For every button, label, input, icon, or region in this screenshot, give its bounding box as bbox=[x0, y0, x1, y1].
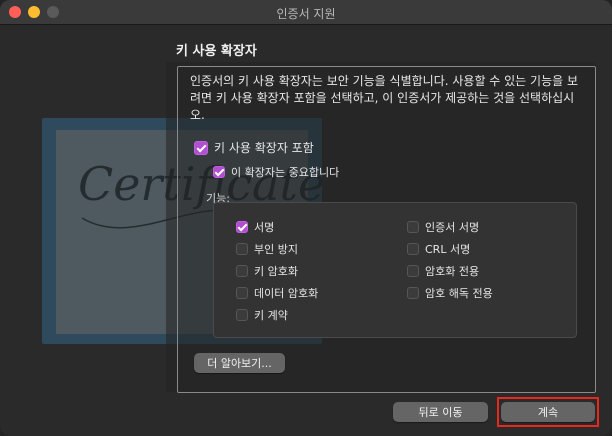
non-repudiation-checkbox[interactable] bbox=[236, 243, 248, 255]
decipher-only-checkbox[interactable] bbox=[407, 287, 419, 299]
crl-signing-checkbox[interactable] bbox=[407, 243, 419, 255]
continue-highlight-box bbox=[497, 397, 599, 427]
use-non-repudiation[interactable]: 부인 방지 bbox=[236, 241, 298, 257]
key-agreement-checkbox[interactable] bbox=[236, 309, 248, 321]
encipher-only-label: 암호화 전용 bbox=[425, 265, 480, 278]
include-extension-option[interactable]: 키 사용 확장자 포함 bbox=[194, 139, 314, 156]
include-extension-label: 키 사용 확장자 포함 bbox=[214, 141, 314, 155]
window-title: 인증서 지원 bbox=[276, 7, 336, 21]
section-heading: 키 사용 확장자 bbox=[176, 44, 257, 59]
use-crl-signing[interactable]: CRL 서명 bbox=[407, 241, 470, 257]
include-extension-checkbox[interactable] bbox=[194, 140, 208, 155]
key-agreement-label: 키 계약 bbox=[254, 309, 288, 322]
key-encipherment-checkbox[interactable] bbox=[236, 265, 248, 277]
data-encipherment-label: 데이터 암호화 bbox=[254, 287, 319, 300]
critical-extension-label: 이 확장자는 중요합니다 bbox=[231, 166, 340, 179]
cert-signing-label: 인증서 서명 bbox=[425, 221, 480, 234]
signature-label: 서명 bbox=[254, 221, 275, 234]
cert-signing-checkbox[interactable] bbox=[407, 221, 419, 233]
title-bar: 인증서 지원 bbox=[0, 0, 612, 25]
use-key-encipherment[interactable]: 키 암호화 bbox=[236, 263, 298, 279]
use-key-agreement[interactable]: 키 계약 bbox=[236, 307, 288, 323]
data-encipherment-checkbox[interactable] bbox=[236, 287, 248, 299]
key-encipherment-label: 키 암호화 bbox=[254, 265, 298, 278]
decipher-only-label: 암호 해독 전용 bbox=[425, 287, 493, 300]
use-signature[interactable]: 서명 bbox=[236, 219, 274, 235]
signature-checkbox[interactable] bbox=[236, 221, 248, 233]
certificate-assistant-window: 인증서 지원 Certificate 키 사용 확장자 인증서의 키 사용 확장… bbox=[0, 0, 612, 436]
encipher-only-checkbox[interactable] bbox=[407, 265, 419, 277]
crl-signing-label: CRL 서명 bbox=[425, 243, 471, 256]
section-description: 인증서의 키 사용 확장자는 보안 기능을 식별합니다. 사용할 수 있는 기능… bbox=[190, 74, 579, 122]
critical-extension-checkbox[interactable] bbox=[213, 166, 225, 178]
use-encipher-only[interactable]: 암호화 전용 bbox=[407, 263, 479, 279]
back-button[interactable]: 뒤로 이동 bbox=[393, 402, 488, 422]
critical-extension-option[interactable]: 이 확장자는 중요합니다 bbox=[213, 164, 339, 180]
learn-more-button[interactable]: 더 알아보기... bbox=[194, 353, 285, 373]
non-repudiation-label: 부인 방지 bbox=[254, 243, 298, 256]
use-decipher-only[interactable]: 암호 해독 전용 bbox=[407, 285, 493, 301]
use-data-encipherment[interactable]: 데이터 암호화 bbox=[236, 285, 318, 301]
use-cert-signing[interactable]: 인증서 서명 bbox=[407, 219, 479, 235]
